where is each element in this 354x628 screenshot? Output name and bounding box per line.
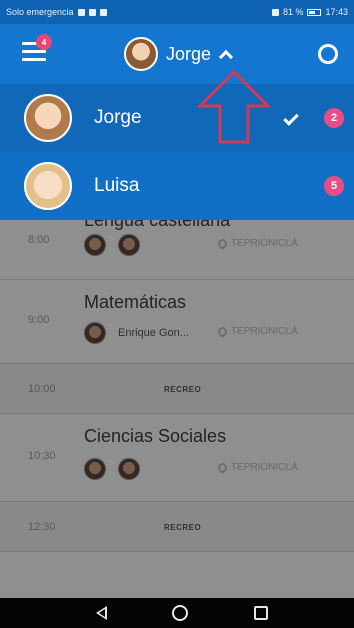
child-item-jorge[interactable]: Jorge 2 [0, 84, 354, 152]
gear-icon[interactable] [318, 44, 338, 64]
clock: 17:43 [325, 7, 348, 17]
recents-icon[interactable] [254, 606, 268, 620]
status-right: 81 % 17:43 [271, 7, 348, 17]
signal-icon [271, 8, 279, 16]
chevron-up-icon [218, 49, 234, 65]
unread-badge: 2 [324, 108, 344, 128]
avatar [124, 37, 158, 71]
back-icon[interactable] [96, 606, 107, 620]
notification-icon [77, 8, 85, 16]
unread-badge: 5 [324, 176, 344, 196]
child-name: Luisa [94, 175, 140, 196]
carrier-text: Solo emergencia [6, 7, 74, 17]
child-item-luisa[interactable]: Luisa 5 [0, 152, 354, 220]
app-bar: 4 Jorge [0, 24, 354, 84]
child-selector[interactable]: Jorge [124, 36, 234, 72]
notification-icon [99, 8, 107, 16]
avatar [24, 162, 72, 210]
notification-badge: 4 [36, 34, 52, 50]
battery-icon [307, 8, 322, 16]
child-name: Jorge [94, 107, 142, 128]
home-icon[interactable] [172, 605, 188, 621]
status-bar: Solo emergencia 81 % 17:43 [0, 0, 354, 24]
notification-icon [88, 8, 96, 16]
status-left: Solo emergencia [6, 7, 272, 17]
avatar [24, 94, 72, 142]
check-icon [283, 110, 299, 126]
menu-icon-bar [22, 50, 46, 53]
children-dropdown: Jorge 2 Luisa 5 [0, 84, 354, 220]
system-nav-bar [0, 598, 354, 628]
menu-button[interactable]: 4 [22, 34, 52, 64]
selected-child-name: Jorge [166, 43, 212, 64]
battery-percent: 81 % [282, 7, 304, 17]
dim-overlay[interactable] [0, 220, 354, 598]
annotation-arrow-icon [196, 70, 272, 144]
menu-icon-bar [22, 58, 46, 61]
